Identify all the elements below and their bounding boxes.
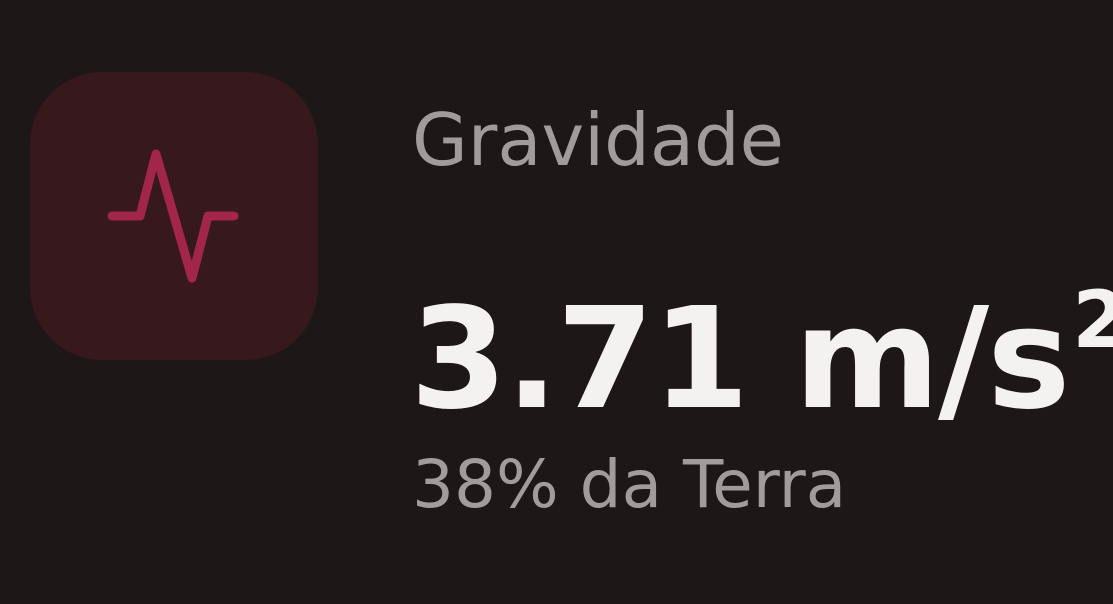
stat-value-text: 3.71 m/s: [410, 278, 1071, 441]
stat-comparison: 38% da Terra: [412, 446, 847, 523]
activity-pulse-icon: [107, 149, 239, 283]
stat-value-exponent: 2: [1072, 276, 1113, 366]
gravity-stat-card: Gravidade 3.71 m/s2 38% da Terra: [0, 0, 1113, 604]
icon-tile: [30, 72, 318, 360]
stat-value: 3.71 m/s2: [410, 236, 1113, 445]
stat-label: Gravidade: [412, 98, 784, 182]
